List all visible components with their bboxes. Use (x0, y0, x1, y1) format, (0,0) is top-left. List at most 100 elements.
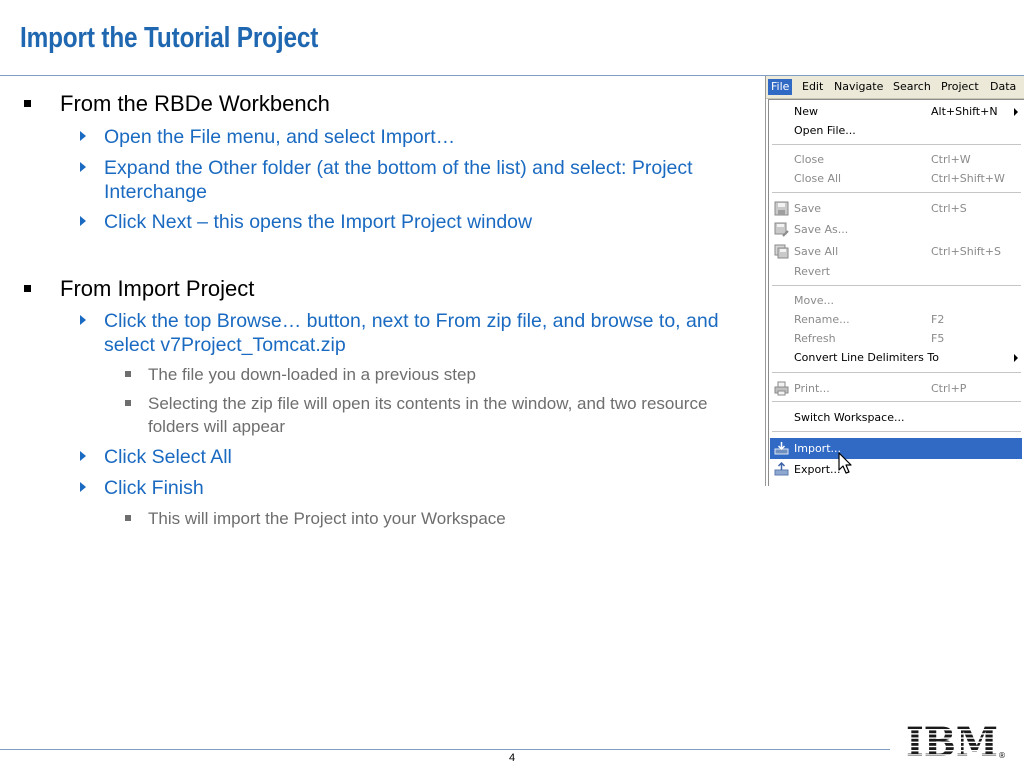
menu-item-label: Print... (794, 382, 830, 395)
menu-item-export[interactable]: Export... (770, 460, 1022, 479)
menu-item-label: Refresh (794, 332, 836, 345)
menu-item-label: Close All (794, 172, 842, 185)
step-text: Open the File menu, and select Import… (104, 126, 456, 148)
menu-item-label: Convert Line Delimiters To (794, 351, 939, 364)
menu-item-label: Switch Workspace... (794, 411, 905, 424)
menu-item-move[interactable]: Move... (770, 291, 1022, 310)
menu-item-convert-line-delimiters[interactable]: Convert Line Delimiters To (770, 348, 1022, 367)
file-menu-dropdown: New Alt+Shift+N Open File... Close Ctrl+… (768, 99, 1024, 486)
menu-separator (772, 192, 1021, 193)
submenu-arrow-icon (1014, 354, 1018, 362)
file-menu-screenshot: File Edit Navigate Search Project Data N… (765, 76, 1024, 486)
submenu-arrow-icon (1014, 108, 1018, 116)
step-item: Open the File menu, and select Import… (80, 125, 744, 149)
menu-item-save-all[interactable]: Save All Ctrl+Shift+S (770, 242, 1022, 261)
menu-item-label: Move... (794, 294, 834, 307)
step-item: Expand the Other folder (at the bottom o… (80, 156, 734, 204)
menu-item-revert[interactable]: Revert (770, 262, 1022, 281)
menu-data[interactable]: Data (987, 79, 1019, 95)
menu-item-close[interactable]: Close Ctrl+W (770, 150, 1022, 169)
printer-icon (774, 381, 789, 396)
menu-item-label: Revert (794, 265, 831, 278)
menu-bar: File Edit Navigate Search Project Data (766, 76, 1024, 99)
small-square-bullet-icon (125, 515, 131, 521)
svg-text:®: ® (998, 751, 1006, 760)
step-text: Expand the Other folder (at the bottom o… (104, 157, 693, 203)
menu-item-shortcut: Ctrl+S (931, 202, 967, 215)
menu-item-shortcut: F5 (931, 332, 945, 345)
menu-item-refresh[interactable]: Refresh F5 (770, 329, 1022, 348)
import-icon (774, 442, 789, 455)
menu-edit[interactable]: Edit (799, 79, 826, 95)
menu-item-shortcut: Ctrl+Shift+W (931, 172, 1005, 185)
footer-divider (0, 749, 890, 750)
step-item: Click Select All (80, 445, 744, 469)
step-text: Click Select All (104, 446, 232, 468)
menu-item-close-all[interactable]: Close All Ctrl+Shift+W (770, 169, 1022, 188)
arrow-bullet-icon (80, 315, 86, 325)
menu-item-import[interactable]: Import... (770, 438, 1022, 459)
menu-item-shortcut: Ctrl+Shift+S (931, 245, 1001, 258)
slide-content: From the RBDe Workbench Open the File me… (0, 0, 760, 768)
square-bullet-icon (24, 100, 31, 107)
menu-item-label: Rename... (794, 313, 850, 326)
menu-item-shortcut: Alt+Shift+N (931, 105, 998, 118)
step-item: Click Finish (80, 476, 744, 500)
menu-item-label: Save (794, 202, 822, 215)
ibm-logo: IBM ® (906, 722, 1006, 762)
step-text: Click the top Browse… button, next to Fr… (104, 310, 719, 356)
menu-item-label: Import... (794, 442, 841, 455)
step-item: Click Next – this opens the Import Proje… (80, 210, 744, 234)
menu-item-label: Close (794, 153, 824, 166)
step-item: Click the top Browse… button, next to Fr… (80, 309, 754, 357)
menu-separator (772, 431, 1021, 432)
arrow-bullet-icon (80, 162, 86, 172)
section-heading-text: From Import Project (60, 276, 255, 301)
arrow-bullet-icon (80, 131, 86, 141)
menu-item-switch-workspace[interactable]: Switch Workspace... (770, 408, 1022, 427)
menu-item-save[interactable]: Save Ctrl+S (770, 199, 1022, 218)
arrow-bullet-icon (80, 451, 86, 461)
menu-search[interactable]: Search (890, 79, 934, 95)
page-number: 4 (508, 752, 516, 764)
menu-item-print[interactable]: Print... Ctrl+P (770, 379, 1022, 398)
menu-item-shortcut: Ctrl+W (931, 153, 971, 166)
menu-separator (772, 372, 1021, 373)
menu-file[interactable]: File (768, 79, 793, 95)
export-icon (774, 462, 789, 476)
menu-item-label: New (794, 105, 818, 118)
save-icon (774, 201, 789, 216)
menu-separator (772, 401, 1021, 402)
menu-item-rename[interactable]: Rename... F2 (770, 310, 1022, 329)
note-text: This will import the Project into your W… (148, 509, 506, 528)
menu-project[interactable]: Project (938, 79, 982, 95)
menu-navigate[interactable]: Navigate (831, 79, 886, 95)
note-item: The file you down-loaded in a previous s… (125, 363, 748, 386)
note-text: The file you down-loaded in a previous s… (148, 365, 476, 384)
mouse-pointer-icon (838, 452, 852, 474)
step-text: Click Next – this opens the Import Proje… (104, 211, 533, 233)
arrow-bullet-icon (80, 216, 86, 226)
note-text: Selecting the zip file will open its con… (148, 394, 708, 436)
menu-separator (772, 144, 1021, 145)
note-item: Selecting the zip file will open its con… (125, 392, 738, 438)
menu-item-save-as[interactable]: Save As... (770, 220, 1022, 239)
menu-item-label: Open File... (794, 124, 856, 137)
square-bullet-icon (24, 285, 31, 292)
menu-item-label: Save All (794, 245, 839, 258)
section-heading: From the RBDe Workbench (24, 91, 330, 117)
section-heading-text: From the RBDe Workbench (60, 91, 330, 116)
small-square-bullet-icon (125, 400, 131, 406)
menu-item-shortcut: F2 (931, 313, 945, 326)
menu-item-label: Export... (794, 463, 841, 476)
svg-text:IBM: IBM (906, 722, 998, 762)
save-as-icon (774, 222, 789, 237)
menu-item-shortcut: Ctrl+P (931, 382, 967, 395)
menu-item-new[interactable]: New Alt+Shift+N (770, 102, 1022, 121)
menu-item-open-file[interactable]: Open File... (770, 121, 1022, 140)
save-all-icon (774, 244, 789, 259)
small-square-bullet-icon (125, 371, 131, 377)
section-heading: From Import Project (24, 276, 255, 302)
menu-item-label: Save As... (794, 223, 849, 236)
arrow-bullet-icon (80, 482, 86, 492)
